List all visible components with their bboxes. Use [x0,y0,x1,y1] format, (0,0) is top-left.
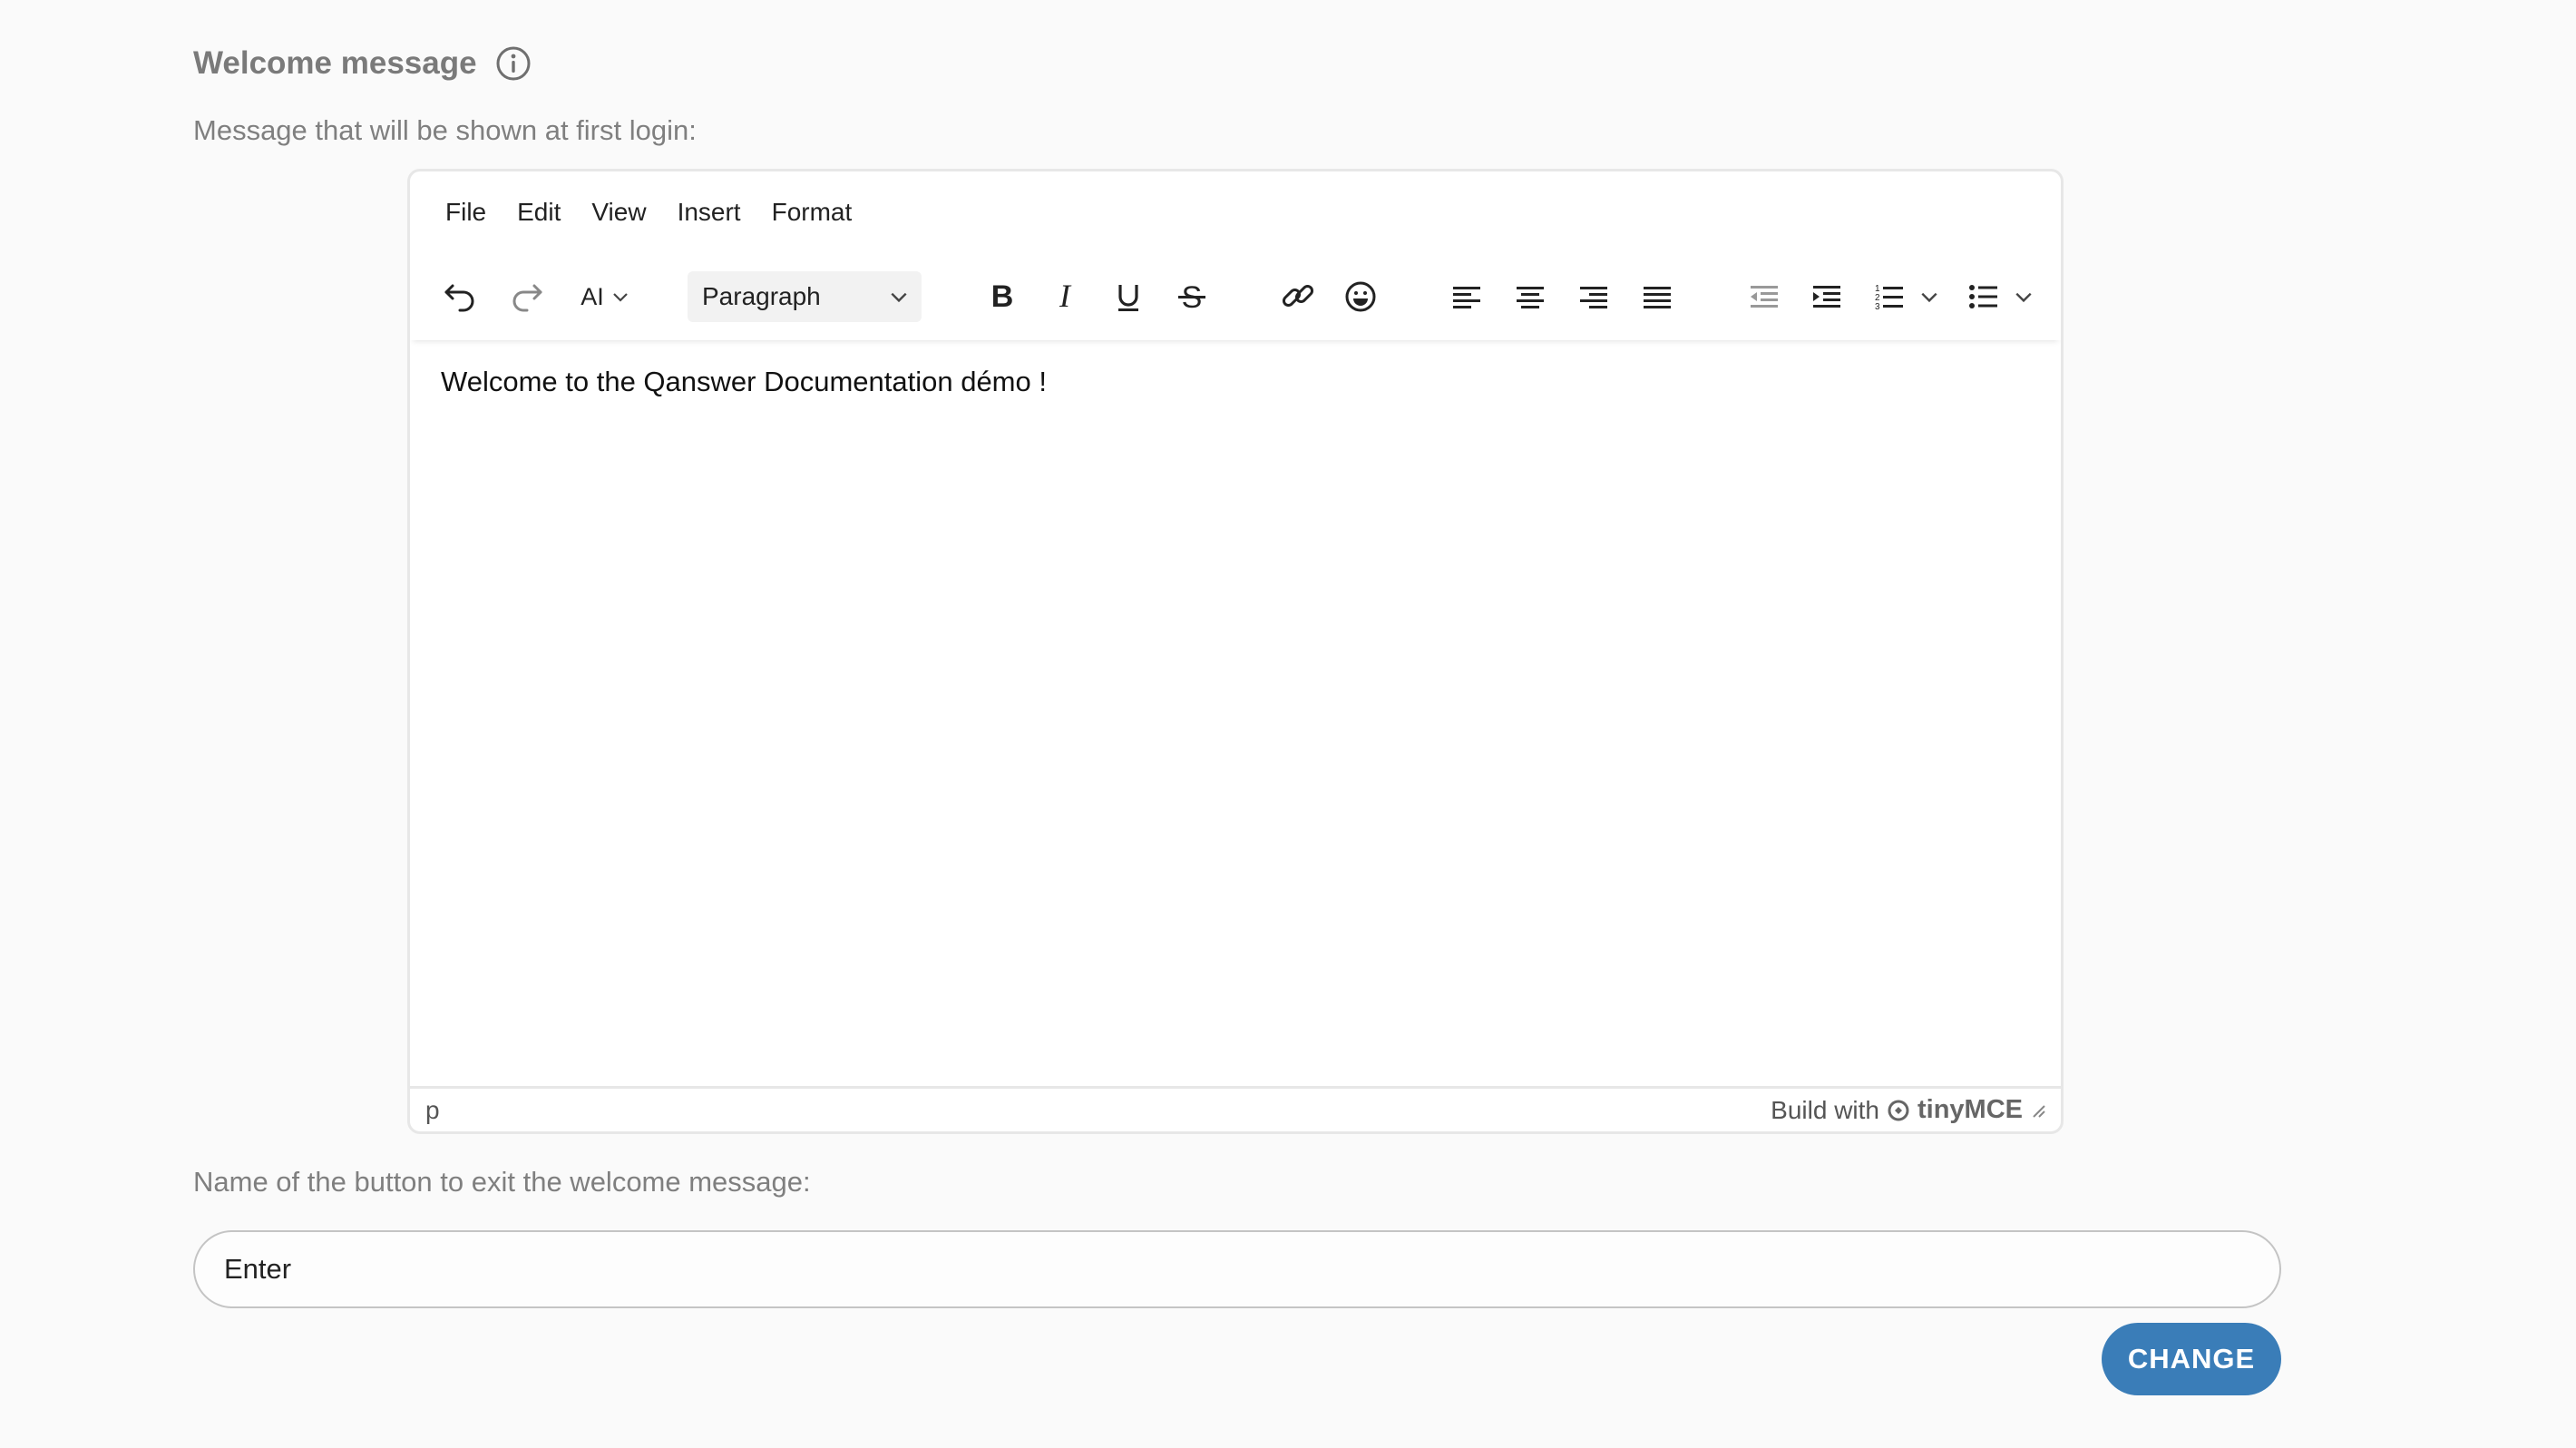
align-left-icon [1453,287,1480,308]
block-format-select[interactable]: Paragraph [688,271,922,322]
button-name-field-container [193,1230,2281,1308]
bullet-list-options-button[interactable] [2008,253,2039,340]
redo-button[interactable] [504,253,550,340]
align-center-icon [1517,287,1544,308]
branding-prefix: Build with [1771,1095,1879,1124]
menu-view[interactable]: View [576,198,661,227]
emoji-icon [1345,281,1376,312]
menu-insert[interactable]: Insert [662,198,756,227]
align-left-button[interactable] [1444,253,1489,340]
chevron-down-icon [612,293,628,302]
element-path[interactable]: p [425,1096,440,1125]
menu-format[interactable]: Format [756,198,868,227]
ai-button[interactable]: AI [573,253,637,340]
block-format-value: Paragraph [702,282,821,310]
indent-button[interactable] [1804,253,1849,340]
numbered-list-button[interactable]: 123 [1867,253,1912,340]
bold-button[interactable]: B [980,253,1025,340]
svg-text:B: B [991,279,1014,314]
bullet-list-button[interactable] [1961,253,2006,340]
align-justify-button[interactable] [1634,253,1680,340]
italic-button[interactable]: I [1042,253,1088,340]
menu-edit[interactable]: Edit [502,198,576,227]
outdent-button[interactable] [1742,253,1787,340]
indent-icon [1813,286,1840,308]
emoji-button[interactable] [1338,253,1383,340]
underline-button[interactable] [1106,253,1151,340]
button-name-label: Name of the button to exit the welcome m… [193,1166,811,1198]
section-title: Welcome message [193,45,532,82]
strikethrough-icon: S [1178,280,1205,315]
align-right-button[interactable] [1571,253,1616,340]
redo-icon [512,284,542,312]
chevron-down-icon [2015,292,2032,303]
link-button[interactable] [1275,253,1321,340]
numbered-list-options-button[interactable] [1914,253,1945,340]
strikethrough-button[interactable]: S [1169,253,1215,340]
numbered-list-icon: 123 [1875,284,1903,312]
editor-menubar: File Edit View Insert Format [410,171,2061,253]
info-icon[interactable] [495,45,532,82]
branding-name: tinyMCE [1917,1095,2023,1124]
bold-icon: B [991,279,1014,314]
rich-text-editor: File Edit View Insert Format AI Paragrap… [407,169,2064,1134]
undo-button[interactable] [437,253,483,340]
svg-text:3: 3 [1875,302,1880,312]
svg-text:I: I [1059,279,1072,314]
change-button[interactable]: CHANGE [2102,1323,2281,1395]
chevron-down-icon [1921,292,1937,303]
editor-content[interactable]: Welcome to the Qanswer Documentation dém… [441,366,1047,398]
undo-icon [444,284,474,312]
italic-icon: I [1059,279,1072,314]
align-justify-icon [1644,287,1671,308]
menu-file[interactable]: File [430,198,502,227]
editor-toolbar: AI Paragraph B I S 1 2 3 [410,253,2061,340]
ai-label: AI [581,282,604,310]
bullet-list-icon [1969,285,1997,308]
chevron-down-icon [891,292,907,303]
message-label: Message that will be shown at first logi… [193,114,697,146]
branding[interactable]: Build with tinyMCE [1771,1095,2046,1125]
resize-handle-icon[interactable] [2030,1102,2046,1119]
align-center-button[interactable] [1508,253,1553,340]
button-name-input[interactable] [222,1252,2279,1287]
underline-icon [1118,285,1138,311]
link-icon [1282,284,1314,308]
editor-statusbar: p Build with tinyMCE [410,1086,2061,1131]
tinymce-logo-icon [1888,1100,1909,1120]
outdent-icon [1751,286,1778,308]
align-right-icon [1580,287,1607,308]
welcome-message-heading: Welcome message [193,45,477,81]
